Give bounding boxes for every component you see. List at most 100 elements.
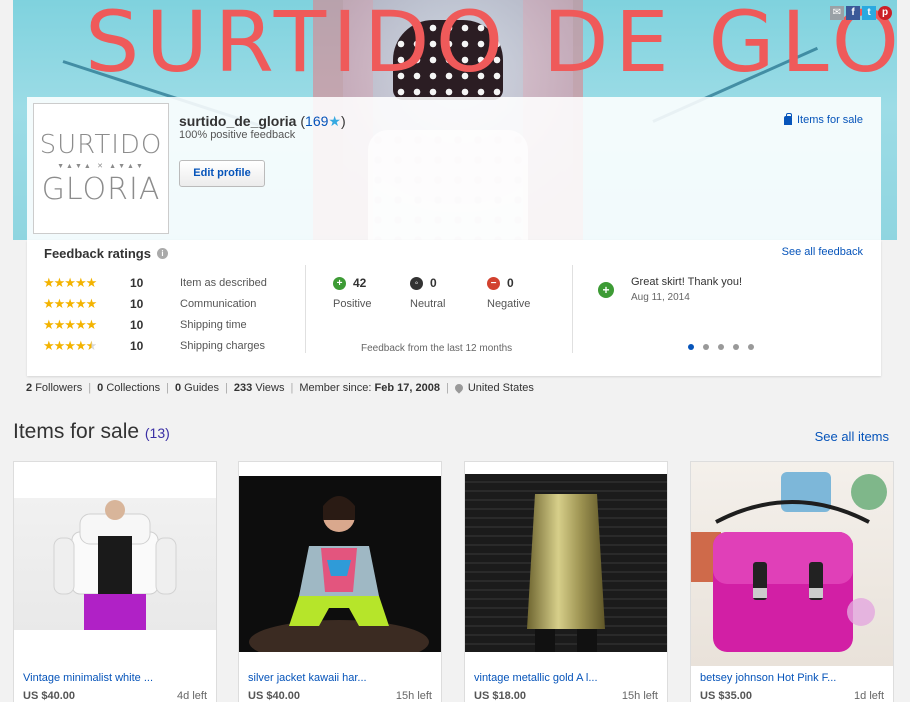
positive-feedback-percent: 100% positive feedback — [179, 129, 296, 141]
separator: | — [290, 382, 294, 394]
seller-stats: 2 Followers | 0 Collections | 0 Guides |… — [26, 382, 534, 394]
items-section-title: Items for sale (13) — [13, 420, 170, 444]
item-image[interactable] — [14, 498, 216, 630]
followers-label[interactable]: Followers — [35, 382, 82, 394]
see-all-feedback-link[interactable]: See all feedback — [782, 246, 863, 258]
facebook-icon[interactable]: f — [846, 6, 860, 20]
item-card[interactable]: silver jacket kawaii har... US $40.00 15… — [238, 461, 442, 702]
items-for-sale-link-label: Items for sale — [796, 114, 863, 126]
guides-label[interactable]: Guides — [184, 382, 219, 394]
item-card[interactable]: vintage metallic gold A l... US $18.00 1… — [464, 461, 668, 702]
positive-count-block[interactable]: +42 Positive — [333, 276, 372, 310]
see-all-items-link[interactable]: See all items — [815, 429, 889, 444]
items-count: (13) — [144, 425, 170, 441]
detailed-rating-row: ★★★★★ 10 Item as described — [43, 275, 267, 291]
member-since-date: Feb 17, 2008 — [374, 382, 440, 394]
item-card[interactable]: Vintage minimalist white ... US $40.00 4… — [13, 461, 217, 702]
separator: | — [166, 382, 169, 394]
profile-card: SURTIDO ▼▲▼▲ ✕ ▲▼▲▼ GLORIA surtido_de_gl… — [27, 97, 881, 240]
negative-count: 0 — [507, 276, 514, 290]
item-time-left: 15h left — [621, 690, 658, 702]
collections-label[interactable]: Collections — [106, 382, 160, 394]
comment-date: Aug 11, 2014 — [631, 292, 690, 303]
positive-count: 42 — [353, 276, 367, 290]
item-image[interactable] — [239, 476, 441, 652]
item-card[interactable]: betsey johnson Hot Pink F... US $35.00 1… — [690, 461, 894, 702]
detailed-rating-row: ★★★★★ 10 Communication — [43, 296, 256, 312]
item-title-link[interactable]: silver jacket kawaii har... — [248, 672, 367, 684]
logo-ornament: ▼▲▼▲ ✕ ▲▼▲▼ — [57, 162, 145, 170]
rating-count: 10 — [130, 297, 144, 311]
item-price: US $40.00 — [248, 690, 300, 702]
separator: | — [225, 382, 228, 394]
rating-count: 10 — [130, 318, 144, 332]
items-for-sale-link[interactable]: Items for sale — [783, 112, 863, 126]
mail-icon[interactable]: ✉ — [830, 6, 844, 20]
plus-icon: + — [598, 282, 614, 298]
shopping-bag-icon — [783, 112, 792, 125]
pinterest-icon[interactable]: p — [878, 6, 892, 20]
positive-label: Positive — [333, 298, 372, 310]
carousel-dot[interactable] — [688, 344, 694, 350]
star-rating-icon: ★★★★★ — [43, 275, 97, 290]
detailed-rating-row: ★★★★★ 10 Shipping time — [43, 317, 247, 333]
logo-text: SURTIDO — [39, 130, 163, 160]
star-rating-icon: ★★★★★ — [43, 317, 97, 332]
separator: | — [445, 382, 449, 394]
item-title-link[interactable]: vintage metallic gold A l... — [474, 672, 598, 684]
neutral-label: Neutral — [410, 298, 446, 310]
followers-count: 2 — [26, 382, 33, 394]
location-pin-icon — [453, 382, 465, 394]
item-image[interactable] — [465, 474, 667, 652]
twitter-icon[interactable]: t — [862, 6, 876, 20]
store-logo: SURTIDO ▼▲▼▲ ✕ ▲▼▲▼ GLORIA — [33, 103, 169, 234]
carousel-dots — [688, 344, 754, 350]
star-icon: ★ — [328, 113, 341, 129]
location: United States — [467, 382, 534, 394]
rating-count: 10 — [130, 339, 144, 353]
banner-title: SURTIDO DE GLORIA — [85, 0, 897, 91]
detailed-rating-row: ★★★★★ 10 Shipping charges — [43, 338, 265, 354]
info-icon[interactable]: i — [156, 248, 168, 259]
feedback-score-number: 169 — [305, 113, 329, 129]
carousel-dot[interactable] — [703, 344, 709, 350]
collections-count: 0 — [97, 382, 104, 394]
views-label: Views — [255, 382, 285, 394]
rating-label: Shipping time — [180, 319, 247, 331]
divider — [572, 265, 573, 353]
feedback-score[interactable]: (169★) — [300, 113, 345, 129]
seller-username[interactable]: surtido_de_gloria — [179, 113, 296, 129]
seller-name-row: surtido_de_gloria (169★) — [179, 113, 346, 130]
member-since-label: Member since: — [299, 382, 372, 394]
minus-icon: − — [487, 276, 500, 290]
item-time-left: 1d left — [854, 690, 884, 702]
item-title-link[interactable]: Vintage minimalist white ... — [23, 672, 153, 684]
neutral-count-block[interactable]: ◦ 0 Neutral — [410, 276, 445, 310]
share-icons: ✉ f t p — [830, 6, 892, 20]
views-count: 233 — [233, 382, 253, 394]
plus-icon: + — [333, 276, 346, 290]
rating-label: Item as described — [180, 277, 267, 289]
star-rating-icon: ★★★★★ — [43, 296, 97, 311]
item-image[interactable] — [691, 462, 893, 666]
edit-profile-button[interactable]: Edit profile — [179, 160, 265, 187]
neutral-icon: ◦ — [410, 276, 423, 290]
rating-count: 10 — [130, 276, 144, 290]
guides-count: 0 — [174, 382, 182, 394]
negative-count-block[interactable]: −0 Negative — [487, 276, 530, 310]
item-price: US $35.00 — [700, 690, 752, 702]
comment-text: Great skirt! Thank you! — [631, 276, 743, 288]
item-price: US $18.00 — [474, 690, 526, 702]
feedback-title: Feedback ratings — [44, 246, 151, 261]
carousel-dot[interactable] — [748, 344, 754, 350]
neutral-count: 0 — [430, 276, 437, 290]
item-title-link[interactable]: betsey johnson Hot Pink F... — [700, 672, 836, 684]
rating-label: Communication — [180, 298, 257, 310]
logo-text: GLORIA — [41, 172, 161, 207]
rating-label: Shipping charges — [180, 340, 266, 352]
item-price: US $40.00 — [23, 690, 75, 702]
carousel-dot[interactable] — [718, 344, 724, 350]
carousel-dot[interactable] — [733, 344, 739, 350]
divider — [305, 265, 306, 353]
star-rating-icon: ★★★★★ — [43, 338, 97, 353]
